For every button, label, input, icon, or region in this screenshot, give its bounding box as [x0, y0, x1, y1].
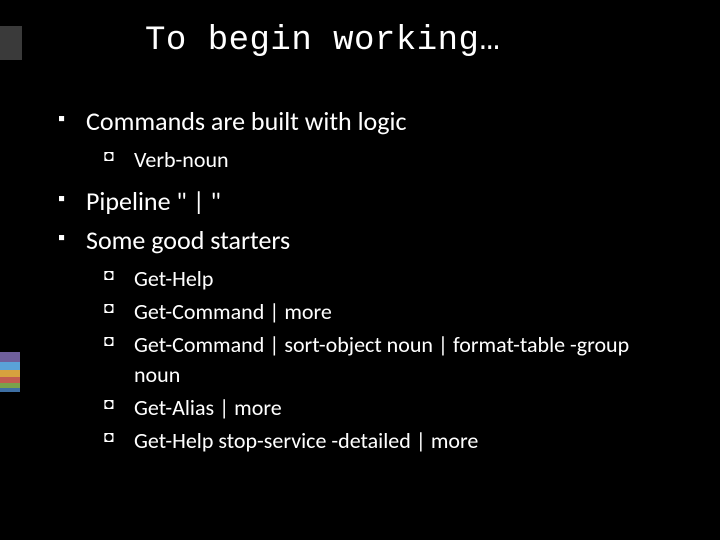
bullet-text: Get-Help stop-service -detailed | more [134, 427, 478, 454]
accent-stripe [0, 352, 20, 362]
bullet-text: Get-Alias | more [134, 394, 282, 421]
bullet-text: Commands are built with logic [86, 105, 406, 137]
accent-stripe [0, 370, 20, 377]
accent-stripe [0, 362, 20, 370]
bullet-text: Pipeline " | " [86, 185, 221, 217]
list-item: Get-Command | sort-object noun | format-… [104, 330, 680, 392]
bullet-list: Commands are built with logic Verb-noun … [58, 104, 680, 457]
accent-stripe [0, 388, 20, 392]
list-item: Pipeline " | " [58, 184, 680, 219]
accent-bar-colors [0, 352, 20, 392]
sub-list: Get-Help Get-Command | more Get-Command … [86, 264, 680, 457]
list-item: Get-Help [104, 264, 680, 295]
slide: To begin working… Commands are built wit… [0, 0, 720, 540]
list-item: Some good starters Get-Help Get-Command … [58, 223, 680, 457]
accent-bar-top [0, 26, 22, 60]
bullet-text: Some good starters [86, 224, 290, 256]
sub-list: Verb-noun [86, 145, 680, 176]
bullet-text: Get-Help [134, 265, 213, 292]
bullet-text: Verb-noun [134, 146, 229, 173]
list-item: Get-Help stop-service -detailed | more [104, 426, 680, 457]
slide-body: Commands are built with logic Verb-noun … [0, 60, 720, 457]
list-item: Get-Command | more [104, 297, 680, 328]
bullet-text: Get-Command | more [134, 298, 332, 325]
slide-title: To begin working… [0, 0, 720, 60]
list-item: Verb-noun [104, 145, 680, 176]
list-item: Get-Alias | more [104, 393, 680, 424]
bullet-text: Get-Command | sort-object noun | format-… [134, 331, 629, 389]
list-item: Commands are built with logic Verb-noun [58, 104, 680, 176]
